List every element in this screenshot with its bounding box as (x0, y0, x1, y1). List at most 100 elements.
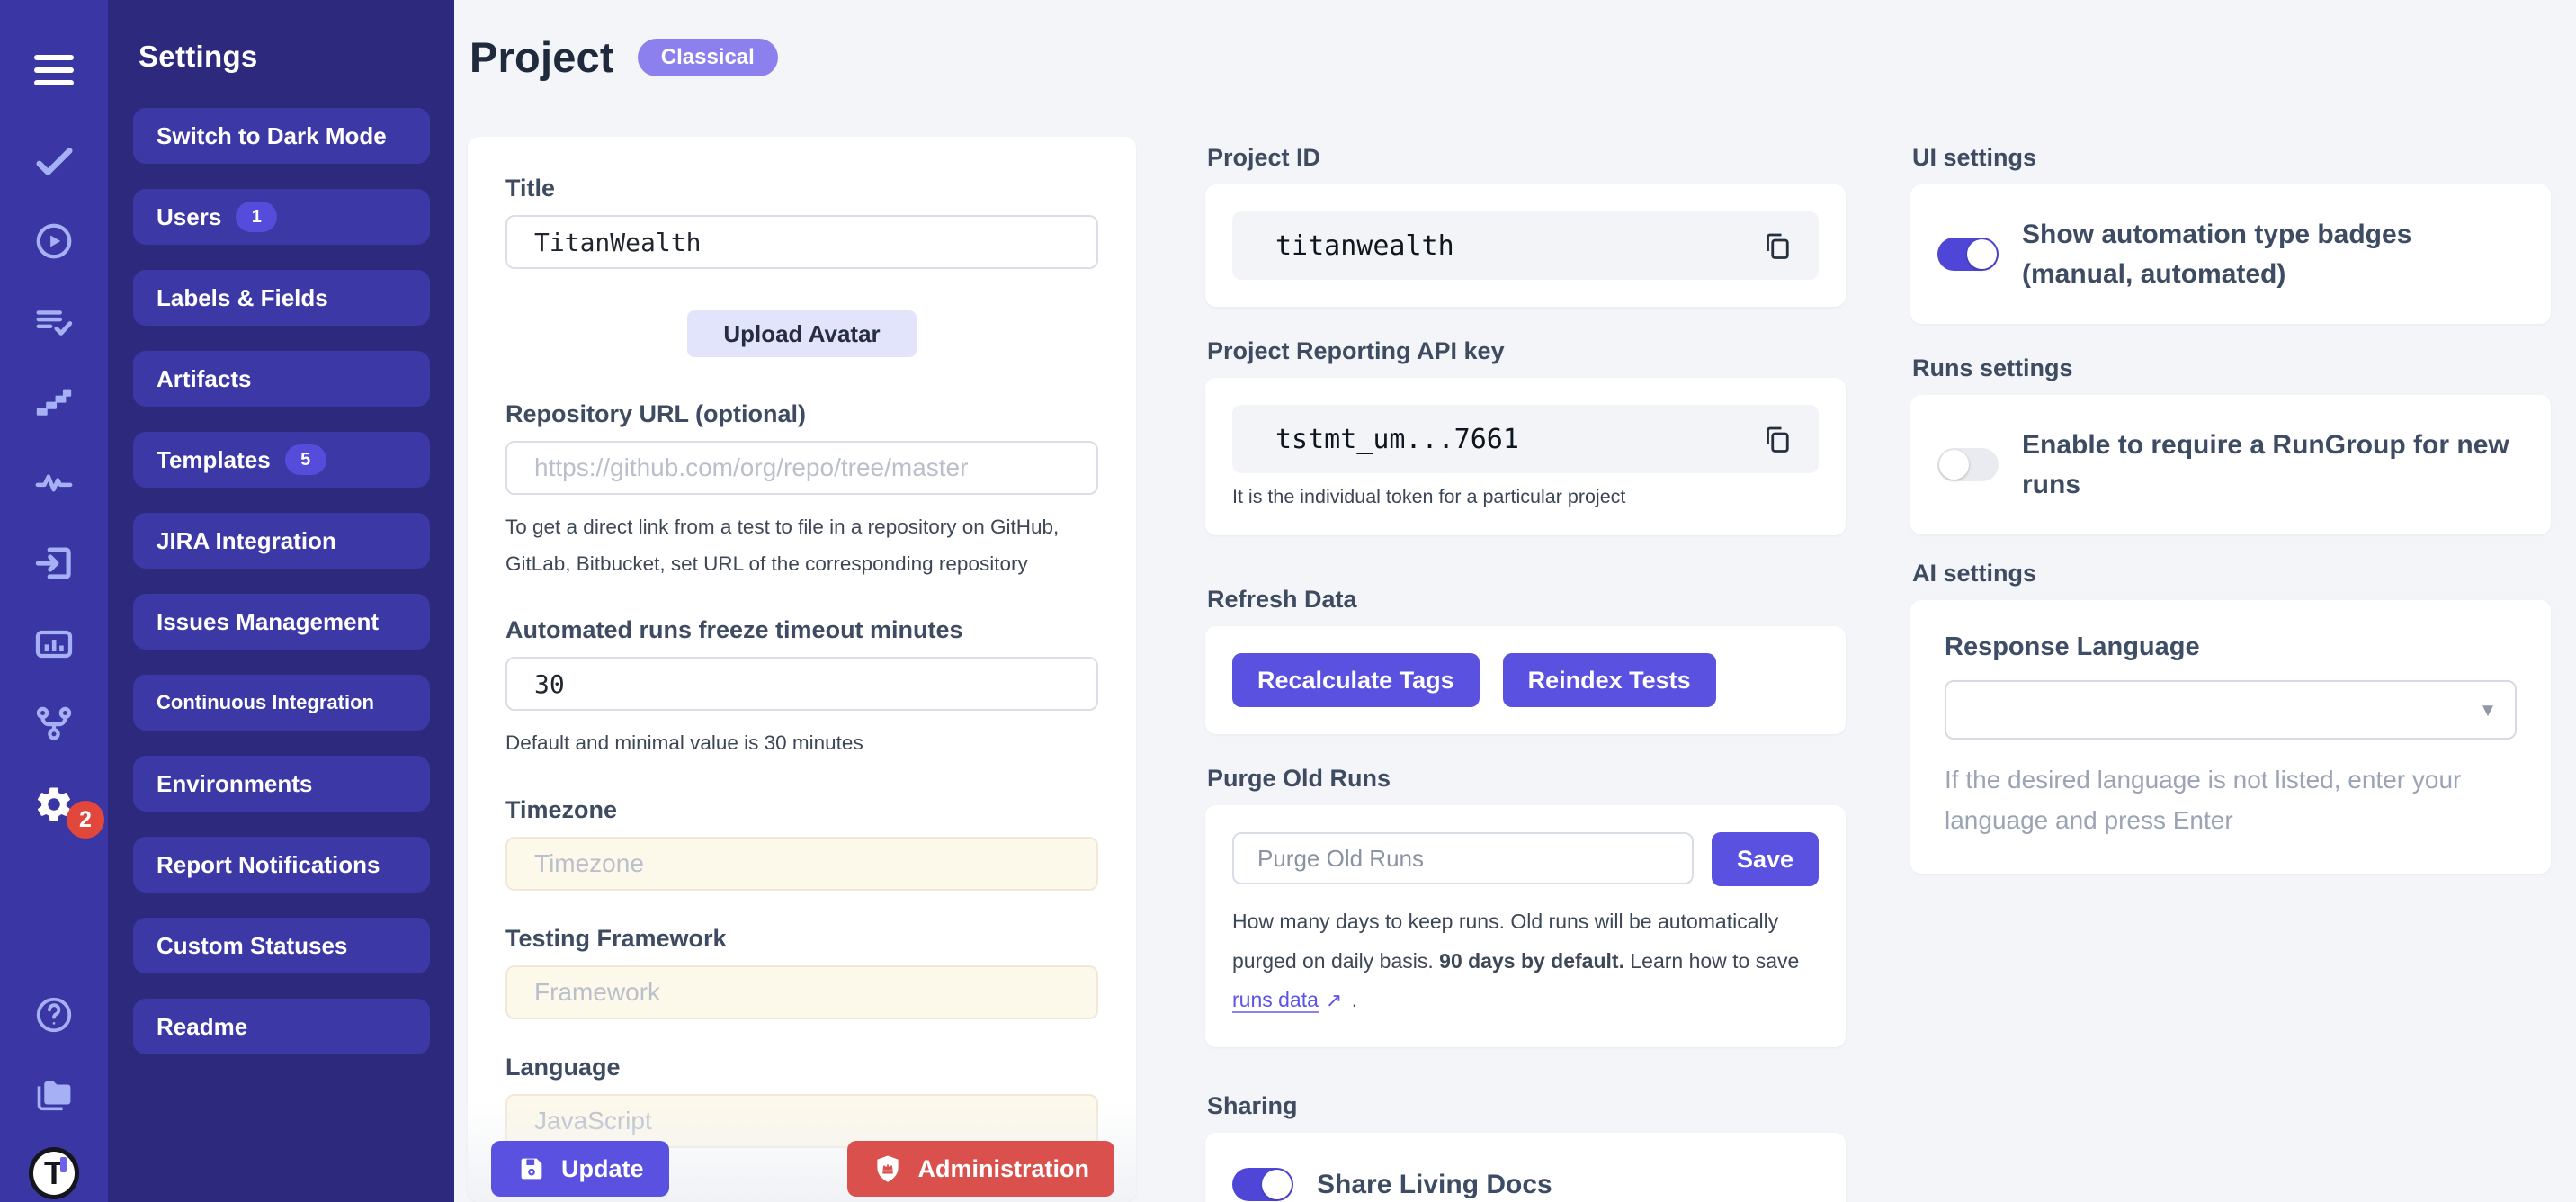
freeze-timeout-input[interactable] (505, 657, 1098, 711)
share-living-docs-row: Share Living Docs (1232, 1165, 1819, 1202)
copy-project-id-button[interactable] (1759, 226, 1795, 265)
gear-icon[interactable]: 2 (29, 779, 79, 830)
runs-play-circle-icon[interactable] (29, 216, 79, 266)
caret-down-icon: ▾ (2482, 697, 2493, 723)
list-check-icon[interactable] (29, 297, 79, 347)
toggle-knob (1967, 239, 1997, 269)
copy-icon (1761, 228, 1793, 264)
title-label: Title (505, 175, 1098, 202)
refresh-buttons-row: Recalculate Tags Reindex Tests (1232, 653, 1819, 707)
switch-dark-mode-button[interactable]: Switch to Dark Mode (133, 108, 430, 164)
api-key-field: tstmt_um...7661 (1232, 405, 1819, 473)
ui-settings-label: UI settings (1912, 144, 2551, 172)
runs-settings-card: Enable to require a RunGroup for new run… (1910, 395, 2551, 534)
general-settings-column: Title Upload Avatar Repository URL (opti… (468, 137, 1136, 1202)
form-footer: Update Administration (468, 1103, 1136, 1202)
save-icon (516, 1153, 547, 1184)
upload-avatar-button[interactable]: Upload Avatar (687, 310, 916, 357)
page-title: Project (470, 32, 614, 82)
timezone-group: Timezone (505, 796, 1098, 891)
optional-hint: (optional) (695, 400, 806, 427)
api-key-section: Project Reporting API key tstmt_um...766… (1205, 337, 1846, 535)
app-window: 2 T Settings Project 3 Users 1 Labels & … (0, 0, 2576, 1202)
administration-button[interactable]: Administration (847, 1141, 1114, 1197)
purge-label: Purge Old Runs (1207, 765, 1846, 793)
settings-sidebar: Settings Project 3 Users 1 Labels & Fiel… (108, 0, 454, 1202)
main-content: Project Classical Title Upload Avatar Re… (454, 0, 2576, 1202)
external-link-arrow-icon: ↗ (1326, 989, 1342, 1011)
tests-check-icon[interactable] (29, 137, 79, 187)
title-input[interactable] (505, 215, 1098, 269)
project-type-badge: Classical (638, 39, 778, 76)
ai-settings-section: AI settings Response Language ▾ If the d… (1910, 560, 2551, 874)
freeze-timeout-group: Automated runs freeze timeout minutes De… (505, 616, 1098, 762)
help-icon[interactable] (29, 990, 79, 1040)
steps-icon[interactable] (29, 378, 79, 428)
purge-card: Save How many days to keep runs. Old run… (1205, 805, 1846, 1047)
runs-settings-label: Runs settings (1912, 354, 2551, 382)
refresh-data-section: Refresh Data Recalculate Tags Reindex Te… (1205, 586, 1846, 734)
framework-label: Testing Framework (505, 925, 1098, 953)
automation-badges-row: Show automation type badges (manual, aut… (1937, 215, 2524, 293)
repository-url-label: Repository URL (optional) (505, 400, 1098, 428)
sidebar-title: Settings (139, 40, 454, 74)
sharing-label: Sharing (1207, 1092, 1846, 1120)
framework-input[interactable] (505, 965, 1098, 1019)
folder-icon[interactable] (29, 1069, 79, 1119)
toggle-knob (1939, 450, 1969, 480)
runs-data-link[interactable]: runs data (1232, 988, 1319, 1013)
purge-days-input[interactable] (1232, 832, 1694, 884)
ai-settings-card: Response Language ▾ If the desired langu… (1910, 600, 2551, 874)
annotation-mark-2: 2 (67, 801, 104, 839)
shield-icon (872, 1153, 903, 1184)
sharing-card: Share Living Docs https://beta.testomat.… (1205, 1133, 1846, 1202)
rungroup-toggle[interactable] (1937, 448, 1999, 481)
project-meta-column: Project ID titanwealth Project Reporting… (1205, 137, 1846, 1202)
ai-settings-label: AI settings (1912, 560, 2551, 588)
automation-badges-label: Show automation type badges (manual, aut… (2022, 215, 2524, 293)
response-language-help: If the desired language is not listed, e… (1945, 759, 2517, 841)
runs-settings-section: Runs settings Enable to require a RunGro… (1910, 354, 2551, 534)
testomat-logo[interactable]: T (29, 1148, 79, 1198)
rungroup-row: Enable to require a RunGroup for new run… (1937, 426, 2524, 504)
menu-icon[interactable] (29, 45, 79, 95)
general-settings-card: Title Upload Avatar Repository URL (opti… (468, 137, 1136, 1202)
share-living-docs-toggle[interactable] (1232, 1168, 1293, 1201)
freeze-timeout-label: Automated runs freeze timeout minutes (505, 616, 1098, 644)
automation-badges-toggle[interactable] (1937, 238, 1999, 271)
purge-save-button[interactable]: Save (1712, 832, 1819, 886)
repository-url-group: Repository URL (optional) To get a direc… (505, 400, 1098, 582)
project-id-field: titanwealth (1232, 211, 1819, 280)
purge-section: Purge Old Runs Save How many days to kee… (1205, 765, 1846, 1047)
project-id-label: Project ID (1207, 144, 1846, 172)
page-header: Project Classical (470, 32, 778, 82)
repository-url-input[interactable] (505, 441, 1098, 495)
project-id-section: Project ID titanwealth (1205, 144, 1846, 307)
pulse-icon[interactable] (29, 457, 79, 507)
title-group: Title (505, 175, 1098, 269)
toggle-knob (1262, 1170, 1292, 1199)
share-living-docs-label: Share Living Docs (1317, 1165, 1552, 1202)
bar-chart-icon[interactable] (29, 619, 79, 669)
avatar-row: Upload Avatar (505, 310, 1098, 357)
project-id-card: titanwealth (1205, 184, 1846, 307)
api-key-help: It is the individual token for a particu… (1232, 486, 1819, 508)
sidebar-footer: Switch to Dark Mode (133, 108, 430, 1202)
reindex-tests-button[interactable]: Reindex Tests (1503, 653, 1716, 707)
timezone-label: Timezone (505, 796, 1098, 824)
timezone-input[interactable] (505, 837, 1098, 891)
git-fork-icon[interactable] (29, 698, 79, 749)
recalculate-tags-button[interactable]: Recalculate Tags (1232, 653, 1480, 707)
response-language-select[interactable]: ▾ (1945, 680, 2517, 740)
language-label: Language (505, 1054, 1098, 1081)
ui-settings-card: Show automation type badges (manual, aut… (1910, 184, 2551, 324)
copy-api-key-button[interactable] (1759, 419, 1795, 459)
refresh-data-card: Recalculate Tags Reindex Tests (1205, 626, 1846, 734)
update-button[interactable]: Update (491, 1141, 669, 1197)
response-language-label: Response Language (1945, 632, 2517, 662)
project-id-value: titanwealth (1275, 230, 1454, 262)
sharing-section: Sharing Share Living Docs https://beta.t… (1205, 1092, 1846, 1202)
rungroup-label: Enable to require a RunGroup for new run… (2022, 426, 2524, 504)
sign-in-icon[interactable] (29, 538, 79, 588)
icon-rail: 2 T (0, 0, 108, 1202)
